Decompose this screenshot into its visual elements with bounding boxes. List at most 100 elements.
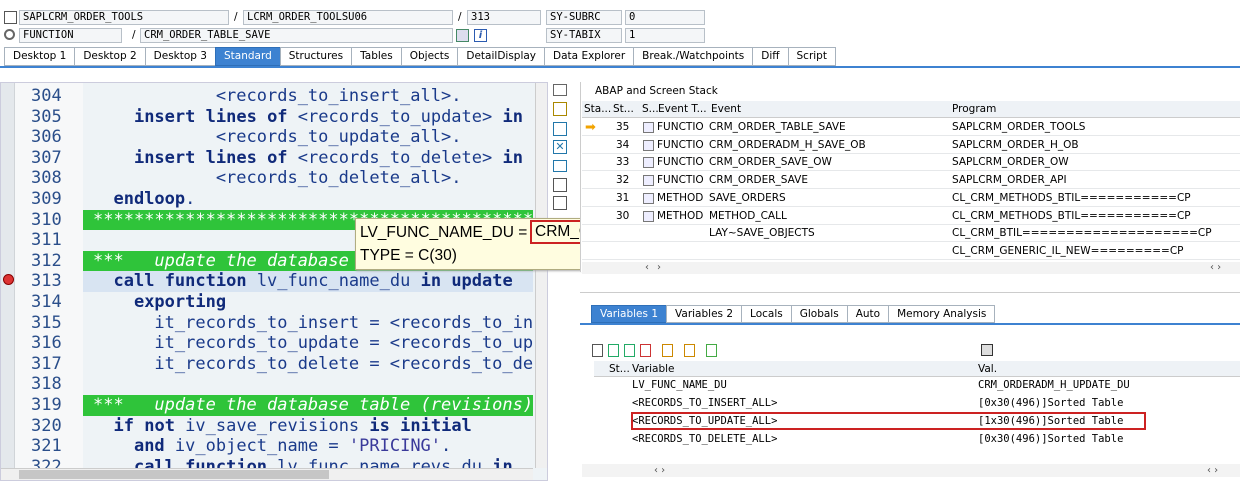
variable-value[interactable]: CRM_ORDERADM_H_UPDATE_DU	[978, 376, 1238, 394]
variable-row[interactable]: <RECORDS_TO_INSERT_ALL> [0x30(496)]Sorted…	[594, 394, 1240, 412]
variable-row[interactable]: LV_FUNC_NAME_DU CRM_ORDERADM_H_UPDATE_DU	[594, 376, 1240, 394]
variable-value[interactable]: [0x30(496)]Sorted Table	[978, 394, 1238, 412]
stack-event: CRM_ORDER_SAVE	[709, 174, 808, 187]
stack-col-header[interactable]: Event T...	[658, 101, 707, 118]
structure-icon[interactable]	[553, 178, 567, 192]
event-type-field[interactable]: FUNCTION	[19, 28, 122, 43]
code-line[interactable]: 306 <records_to_update_all>.	[1, 127, 547, 148]
stack-row[interactable]: 33 FUNCTIO CRM_ORDER_SAVE_OW SAPLCRM_ORDER_…	[582, 154, 1240, 172]
program-field[interactable]: SAPLCRM_ORDER_TOOLS	[19, 10, 229, 25]
source-editor[interactable]: 304 <records_to_insert_all>. 305 insert l…	[0, 82, 548, 481]
sy-tabix-value[interactable]: 1	[625, 28, 705, 43]
tab-standard[interactable]: Standard	[214, 47, 280, 66]
info-icon[interactable]: i	[474, 29, 487, 42]
tab-tables[interactable]: Tables	[351, 47, 401, 66]
remove-icon[interactable]	[640, 344, 651, 357]
code-line[interactable]: 308 <records_to_delete_all>.	[1, 168, 547, 189]
tab-diff[interactable]: Diff	[752, 47, 788, 66]
line-number: 318	[31, 374, 62, 395]
pane-splitter[interactable]	[580, 292, 1240, 293]
event-name-field[interactable]: CRM_ORDER_TABLE_SAVE	[140, 28, 453, 43]
save-icon[interactable]	[981, 344, 993, 356]
table-icon[interactable]	[553, 160, 567, 172]
stack-program: CL_CRM_METHODS_BTIL===========CP	[952, 191, 1191, 204]
close-icon[interactable]: ✕	[553, 140, 567, 154]
sy-subrc-value[interactable]: 0	[625, 10, 705, 25]
variant-icon[interactable]	[456, 29, 469, 42]
tab-structures[interactable]: Structures	[279, 47, 352, 66]
include-field[interactable]: LCRM_ORDER_TOOLSU06	[243, 10, 453, 25]
stack-scroll-end-icon[interactable]: ‹ ›	[1210, 261, 1221, 275]
tab-script[interactable]: Script	[787, 47, 836, 66]
insert-col-icon[interactable]	[624, 344, 635, 357]
breakpoint-icon[interactable]	[3, 274, 14, 285]
code-line[interactable]: 305 insert lines of <records_to_update> …	[1, 107, 547, 128]
stack-hscrollbar[interactable]	[582, 262, 1240, 274]
variable-row[interactable]: <RECORDS_TO_DELETE_ALL> [0x30(496)]Sorted…	[594, 430, 1240, 448]
stack-col-header[interactable]: St...	[613, 101, 634, 118]
tab-objects[interactable]: Objects	[400, 47, 458, 66]
stack-event-type	[657, 243, 707, 260]
stack-row[interactable]: 31 METHOD SAVE_ORDERS CL_CRM_METHODS_BTIL==…	[582, 190, 1240, 207]
tab-data-explorer[interactable]: Data Explorer	[544, 47, 634, 66]
sort-icon[interactable]	[662, 344, 673, 357]
filter-icon[interactable]	[684, 344, 695, 357]
stack-row[interactable]: 34 FUNCTIO CRM_ORDERADM_H_SAVE_OB SAPLCRM_O…	[582, 137, 1240, 154]
stack-row[interactable]: ➡ 35 FUNCTIO CRM_ORDER_TABLE_SAVE SAPLCRM_OR…	[582, 119, 1240, 136]
vars-tab-locals[interactable]: Locals	[741, 305, 791, 323]
line-number: 311	[31, 230, 62, 251]
code-line[interactable]: 320 if not iv_save_revisions is initial	[1, 416, 547, 437]
code-line[interactable]: 307 insert lines of <records_to_delete> …	[1, 148, 547, 169]
vars-tab-globals[interactable]: Globals	[790, 305, 847, 323]
vars-tab-auto[interactable]: Auto	[846, 305, 889, 323]
code-line[interactable]: 319 *** update the database table (revisi…	[31, 395, 533, 416]
code-line[interactable]: 317 it_records_to_delete = <records_to_d…	[1, 354, 547, 375]
vars-scroll-right-icon[interactable]: ‹ ›	[1207, 464, 1218, 478]
code-line[interactable]: 315 it_records_to_insert = <records_to_i…	[1, 313, 547, 334]
delete-icon[interactable]	[592, 344, 603, 357]
line-field[interactable]: 313	[467, 10, 541, 25]
editor-vscrollbar[interactable]	[535, 83, 547, 468]
tab-detaildisplay[interactable]: DetailDisplay	[457, 47, 545, 66]
editor-hscroll-thumb[interactable]	[19, 470, 329, 479]
code-line[interactable]: 304 <records_to_insert_all>.	[1, 86, 547, 107]
vars-tab-variables-1[interactable]: Variables 1	[591, 305, 667, 323]
tab-desktop-1[interactable]: Desktop 1	[4, 47, 75, 66]
stack-event-type: METHOD	[657, 191, 704, 204]
vars-hscrollbar[interactable]	[582, 464, 1240, 477]
tab-break-watchpoints[interactable]: Break./Watchpoints	[633, 47, 753, 66]
stack-row[interactable]: 32 FUNCTIO CRM_ORDER_SAVE SAPLCRM_ORDER_API	[582, 172, 1240, 190]
code-line[interactable]: 316 it_records_to_update = <records_to_u…	[1, 333, 547, 354]
stack-col-header[interactable]: Sta...	[584, 101, 611, 118]
stack-row[interactable]: CL_CRM_GENERIC_IL_NEW=========CP	[582, 243, 1240, 260]
copy-icon[interactable]	[553, 122, 567, 136]
code-line[interactable]: 321 and iv_object_name = 'PRICING'.	[1, 436, 547, 457]
stack-title: ABAP and Screen Stack	[595, 85, 718, 97]
vars-tab-variables-2[interactable]: Variables 2	[666, 305, 742, 323]
code-line[interactable]: 309 endloop.	[1, 189, 547, 210]
stack-col-header[interactable]: Program	[952, 101, 996, 118]
tab-desktop-2[interactable]: Desktop 2	[74, 47, 145, 66]
stack-program: SAPLCRM_ORDER_H_OB	[952, 138, 1079, 151]
stack-row[interactable]: LAY~SAVE_OBJECTS CL_CRM_BTIL=============…	[582, 225, 1240, 243]
insert-row-icon[interactable]	[608, 344, 619, 357]
new-breakpoint-icon[interactable]	[553, 102, 567, 116]
stack-scroll-left-icon[interactable]: ‹	[645, 261, 649, 275]
code-text: <records_to_insert_all>.	[93, 86, 462, 106]
variable-value[interactable]: [0x30(496)]Sorted Table	[978, 430, 1238, 448]
vars-scroll-left-icon[interactable]: ‹ ›	[654, 464, 665, 478]
stack-level: 30	[616, 209, 630, 222]
stack-col-header[interactable]: S...	[642, 101, 659, 118]
variable-row[interactable]: <RECORDS_TO_UPDATE_ALL> [1x30(496)]Sorted…	[594, 412, 1240, 430]
vars-tab-memory-analysis[interactable]: Memory Analysis	[888, 305, 996, 323]
find-icon[interactable]	[706, 344, 717, 357]
stack-scroll-right-icon[interactable]: ›	[657, 261, 661, 275]
stack-row[interactable]: 30 METHOD METHOD_CALL CL_CRM_METHODS_BTIL==…	[582, 208, 1240, 225]
code-line[interactable]: 314 exporting	[1, 292, 547, 313]
stack-col-header[interactable]: Event	[711, 101, 741, 118]
debug-icon[interactable]	[553, 196, 567, 210]
code-line[interactable]: 313 call function lv_func_name_du in upd…	[31, 271, 533, 292]
code-line[interactable]: 318	[1, 374, 547, 395]
display-icon[interactable]	[553, 84, 567, 96]
tab-desktop-3[interactable]: Desktop 3	[144, 47, 215, 66]
